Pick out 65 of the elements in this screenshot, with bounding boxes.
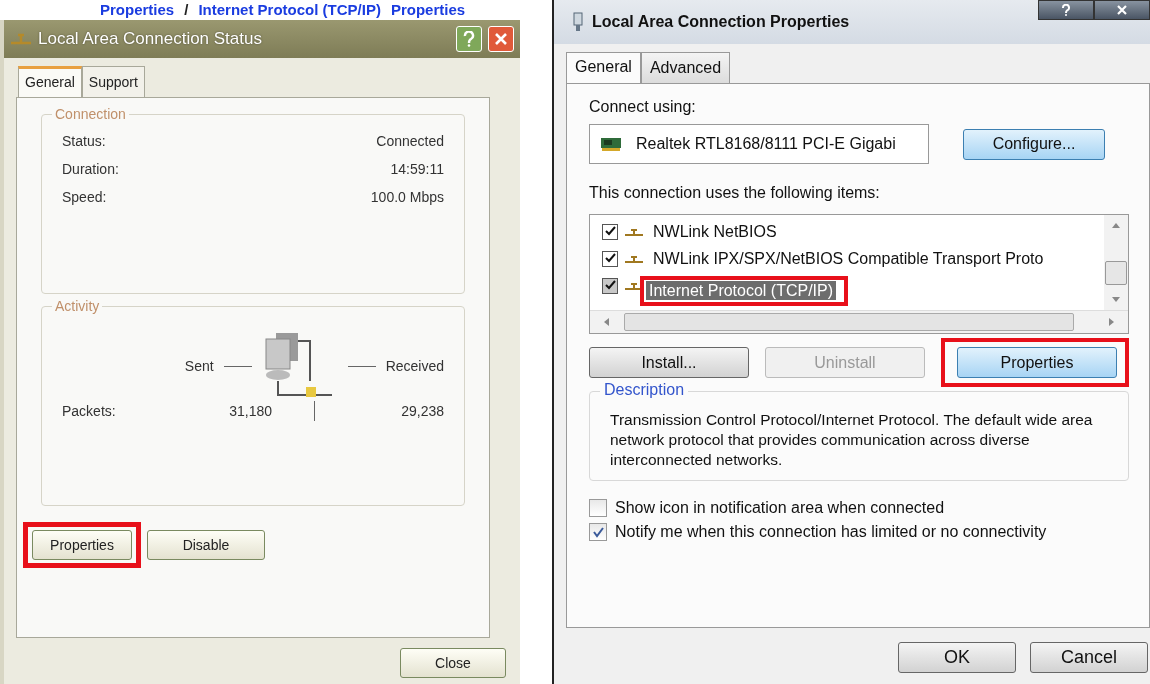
checkbox[interactable] [602, 277, 618, 294]
field-value: 100.0 Mbps [370, 189, 444, 205]
adapter-name: Realtek RTL8168/8111 PCI-E Gigabi [636, 135, 896, 153]
scroll-left-icon[interactable] [602, 317, 610, 327]
vertical-scrollbar[interactable] [1104, 215, 1128, 310]
checkbox-label: Show icon in notification area when connected [615, 499, 945, 517]
caption-text: Properties [100, 0, 175, 20]
caption-text: / [184, 0, 189, 20]
sent-count: 31,180 [228, 403, 272, 419]
tab[interactable]: Support [81, 66, 145, 97]
dialog-button[interactable]: Properties [957, 347, 1117, 378]
group-legend: Activity [52, 298, 103, 314]
dialog-button[interactable]: Properties [32, 530, 132, 560]
close-button[interactable] [1094, 0, 1150, 20]
dialog-button[interactable]: OK [898, 642, 1016, 673]
field-value: Connected [376, 133, 444, 149]
question-icon [1061, 4, 1071, 16]
checkbox-label: Notify me when this connection has limited or no connectivity [615, 523, 1047, 541]
checkbox[interactable] [602, 250, 618, 267]
tab[interactable]: General [18, 66, 82, 98]
checkbox[interactable] [602, 223, 618, 240]
description-text: Transmission Control Protocol/Internet Protocol. The default wide area network protocol that provides communication across diverse interconnected networks. [610, 410, 1094, 470]
field-label: This connection uses the following items: [589, 184, 881, 202]
network-icon [572, 12, 584, 32]
field-label: Speed: [62, 189, 107, 205]
list-item[interactable]: Internet Protocol (TCP/IP) [646, 280, 837, 300]
close-button[interactable]: Close [400, 648, 506, 678]
tab[interactable]: General [566, 52, 641, 84]
field-label: Status: [62, 133, 106, 149]
checkbox[interactable] [589, 523, 607, 541]
scroll-thumb[interactable] [1105, 260, 1127, 285]
window-title: Local Area Connection Properties [592, 13, 850, 31]
scroll-thumb[interactable] [624, 313, 1074, 331]
field-label: Connect using: [589, 98, 697, 116]
checkbox[interactable] [589, 499, 607, 517]
field-value: 14:59:11 [390, 161, 444, 177]
close-icon [494, 32, 508, 46]
dialog-button[interactable]: Disable [147, 530, 265, 560]
scroll-down-icon[interactable] [1111, 296, 1121, 304]
window-title: Local Area Connection Status [38, 29, 262, 49]
field-label: Packets: [62, 403, 117, 419]
horizontal-scrollbar[interactable] [590, 310, 1128, 333]
network-component-icon [624, 253, 644, 264]
scroll-right-icon[interactable] [1108, 317, 1116, 327]
close-icon [1116, 4, 1128, 16]
list-item[interactable]: NWLink IPX/SPX/NetBIOS Compatible Transport Proto [650, 248, 1047, 269]
tab[interactable]: Advanced [640, 52, 731, 83]
group-legend: Description [600, 381, 689, 399]
received-label: Received [385, 358, 444, 374]
network-card-icon [600, 136, 624, 152]
configure-button[interactable]: Configure... [963, 128, 1105, 160]
dialog-button[interactable]: Cancel [1030, 642, 1148, 673]
group-legend: Connection [52, 106, 129, 122]
field-label: Duration: [62, 161, 119, 177]
sent-label: Sent [184, 358, 214, 374]
list-item[interactable]: NWLink NetBIOS [650, 221, 780, 242]
caption-text: Properties [390, 0, 466, 20]
scroll-up-icon[interactable] [1111, 221, 1121, 229]
caption-text: Internet Protocol (TCP/IP) [198, 0, 381, 20]
help-button[interactable] [1038, 0, 1094, 20]
network-icon [10, 31, 32, 47]
question-icon [463, 31, 475, 47]
received-count: 29,238 [400, 403, 444, 419]
dialog-button[interactable]: Install... [589, 347, 749, 378]
network-component-icon [624, 226, 644, 237]
